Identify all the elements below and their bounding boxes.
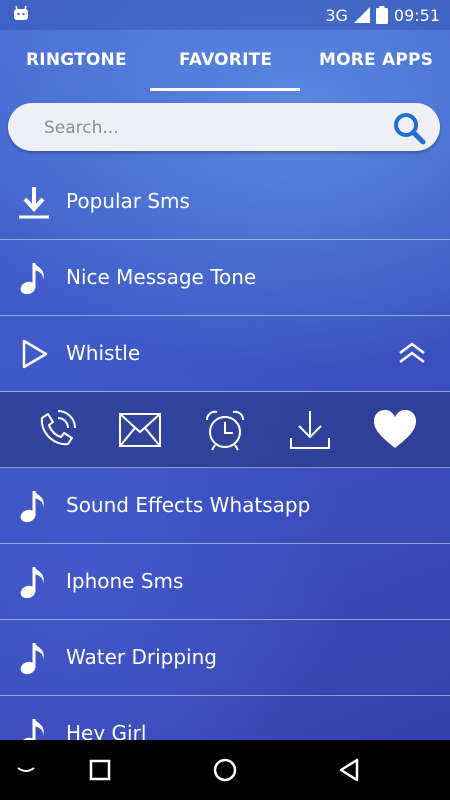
- list-item[interactable]: Iphone Sms: [0, 544, 450, 620]
- status-bar: 3G 09:51: [0, 0, 450, 30]
- music-note-icon: [20, 567, 44, 599]
- keyboard-hide-icon[interactable]: [12, 756, 40, 784]
- list-item-expanded[interactable]: Whistle: [0, 316, 450, 392]
- search-input[interactable]: [42, 103, 376, 153]
- tab-favorite[interactable]: FAVORITE: [179, 50, 272, 70]
- chevron-up-icon[interactable]: [398, 342, 426, 364]
- recents-icon[interactable]: [86, 756, 114, 784]
- ringtone-list: Popular Sms Nice Message Tone Whistle So…: [0, 164, 450, 772]
- signal-icon: [353, 7, 370, 23]
- navigation-bar: [0, 740, 450, 800]
- download-icon[interactable]: [16, 184, 52, 220]
- phone-ringing-icon[interactable]: [34, 408, 78, 452]
- home-icon[interactable]: [211, 756, 239, 784]
- list-item[interactable]: Sound Effects Whatsapp: [0, 468, 450, 544]
- heart-icon[interactable]: [373, 408, 417, 452]
- play-icon[interactable]: [16, 336, 52, 372]
- alarm-clock-icon[interactable]: [203, 408, 247, 452]
- search-icon[interactable]: [392, 111, 426, 145]
- tab-bar: RINGTONE FAVORITE MORE APPS: [0, 30, 450, 91]
- list-item-label: Nice Message Tone: [66, 265, 257, 289]
- music-note-icon: [20, 643, 44, 675]
- download-icon[interactable]: [288, 408, 332, 452]
- search-bar: [8, 103, 440, 153]
- tab-more-apps[interactable]: MORE APPS: [319, 50, 433, 70]
- ringtone-actions: [0, 392, 450, 468]
- clock: 09:51: [393, 5, 440, 25]
- music-note-icon: [20, 263, 44, 295]
- list-item[interactable]: Water Dripping: [0, 620, 450, 696]
- android-debug-icon: [14, 6, 28, 20]
- battery-icon: [375, 6, 388, 24]
- list-item-label: Water Dripping: [66, 645, 217, 669]
- list-item-label: Whistle: [66, 341, 141, 365]
- list-item-label: Popular Sms: [66, 189, 190, 213]
- back-icon[interactable]: [336, 756, 364, 784]
- selected-tab-indicator: [150, 88, 300, 91]
- list-item[interactable]: Popular Sms: [0, 164, 450, 240]
- list-item-label: Iphone Sms: [66, 569, 184, 593]
- tab-ringtone[interactable]: RINGTONE: [26, 50, 127, 70]
- list-item[interactable]: Nice Message Tone: [0, 240, 450, 316]
- envelope-icon[interactable]: [118, 408, 162, 452]
- music-note-icon: [20, 491, 44, 523]
- list-item-label: Sound Effects Whatsapp: [66, 493, 311, 517]
- network-type: 3G: [325, 5, 348, 25]
